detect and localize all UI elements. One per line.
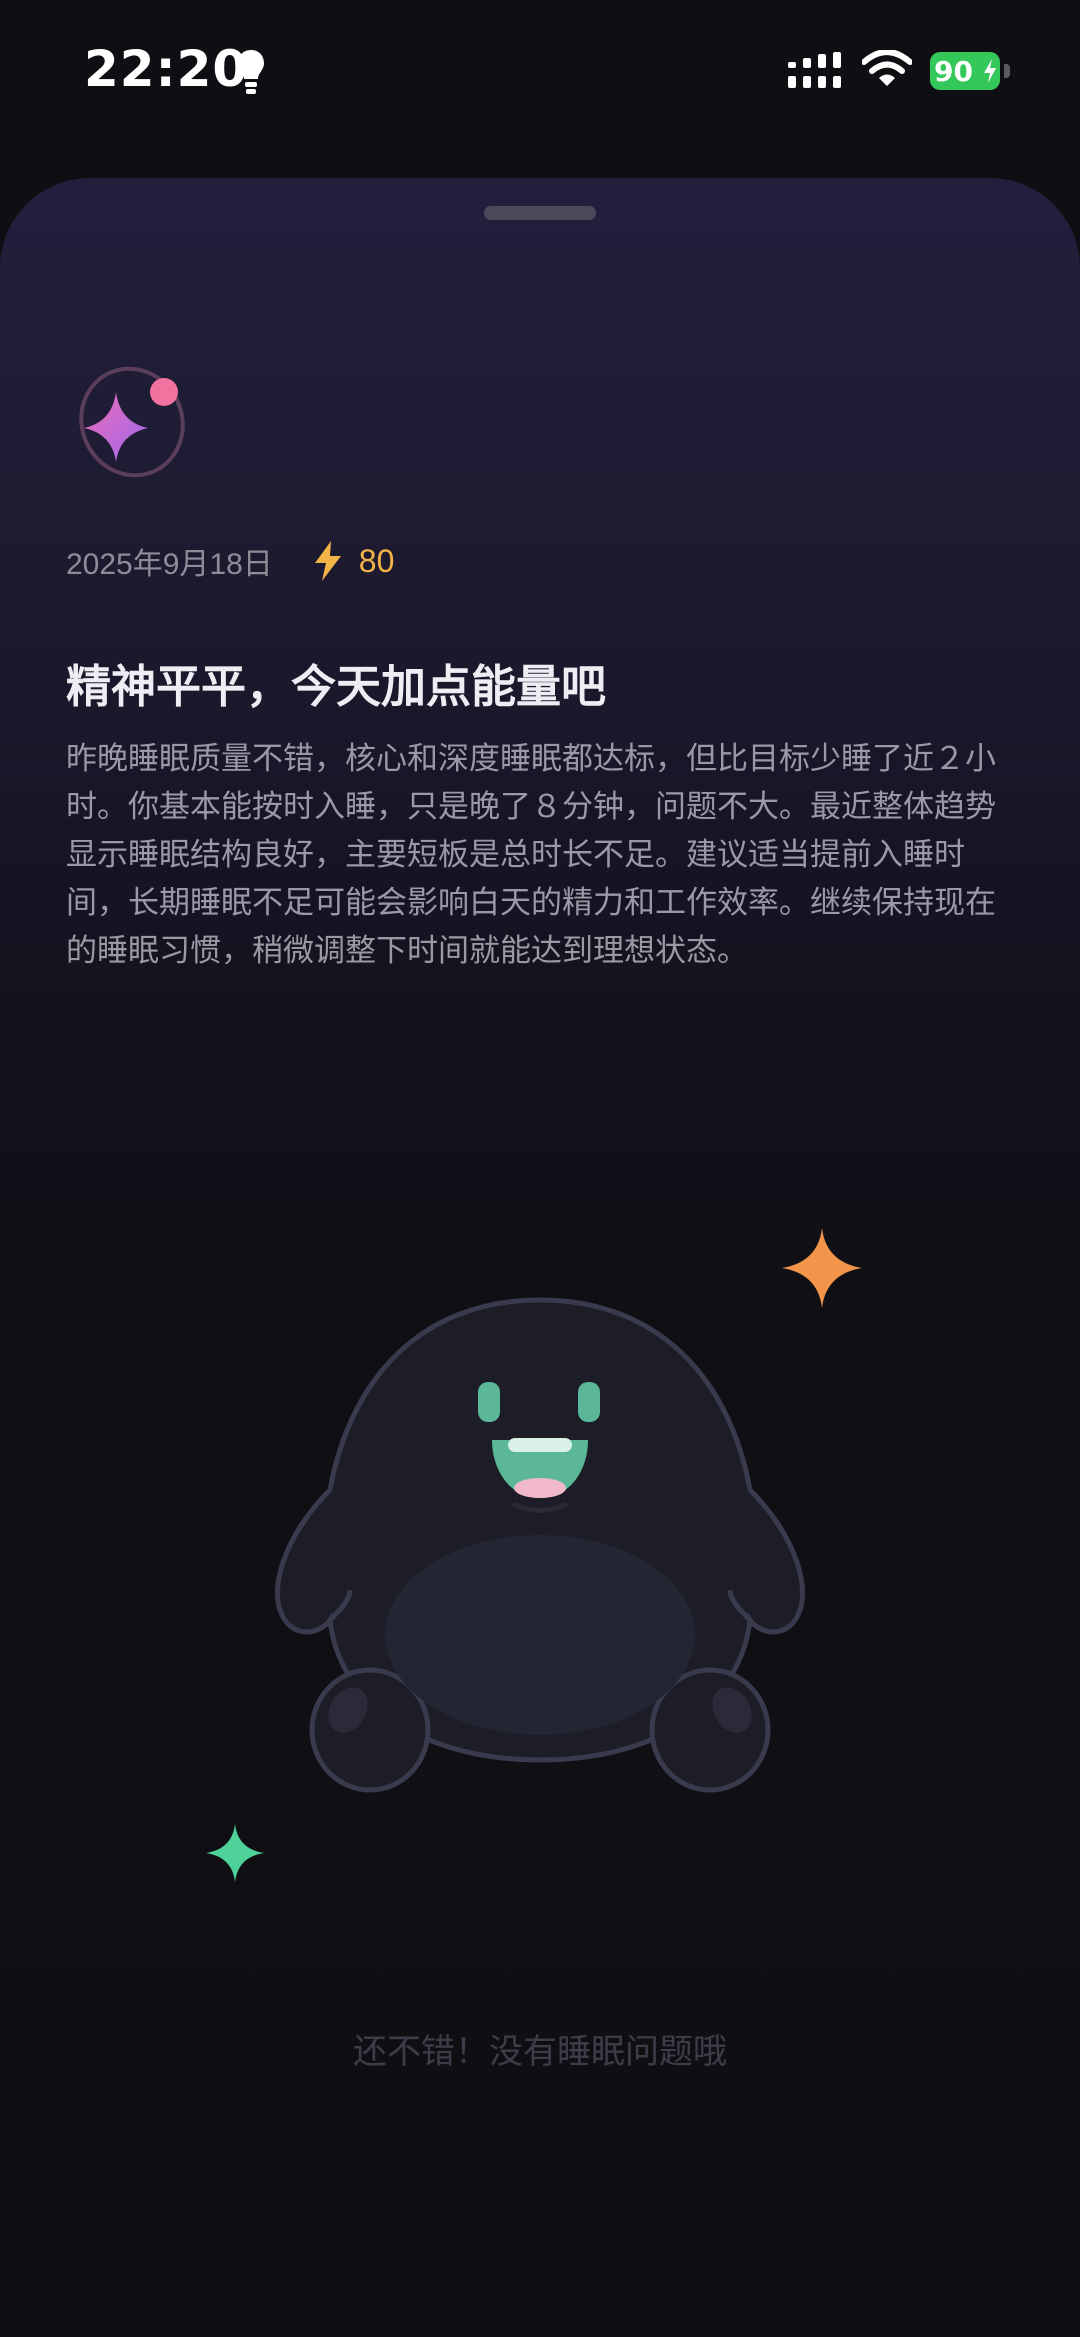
report-title: 精神平平，今天加点能量吧 [66,660,607,713]
footer-message: 还不错！没有睡眠问题哦 [353,2032,727,2072]
signal-icon [788,52,841,88]
clock: 22:20 [84,40,249,98]
energy-score: 80 [358,542,395,579]
sparkle-orbit-logo-icon [79,366,185,478]
wifi-icon [862,50,912,86]
lightning-icon [314,541,341,581]
sheet-drag-handle[interactable] [484,206,596,220]
report-sheet [0,178,1080,2337]
battery-level: 90 [934,55,973,88]
green-sparkle-icon [206,1824,264,1882]
lightbulb-icon [238,50,264,94]
sleep-mascot-illustration [274,1297,806,1793]
report-description: 昨晚睡眠质量不错，核心和深度睡眠都达标，但比目标少睡了近２小时。你基本能按时入睡… [66,741,996,969]
status-bar: 22:20 90 [0,0,1080,150]
battery-charging-icon: 90 [930,52,1010,90]
report-meta: 2025年9月18日 80 [66,538,394,584]
report-date: 2025年9月18日 [66,548,273,581]
